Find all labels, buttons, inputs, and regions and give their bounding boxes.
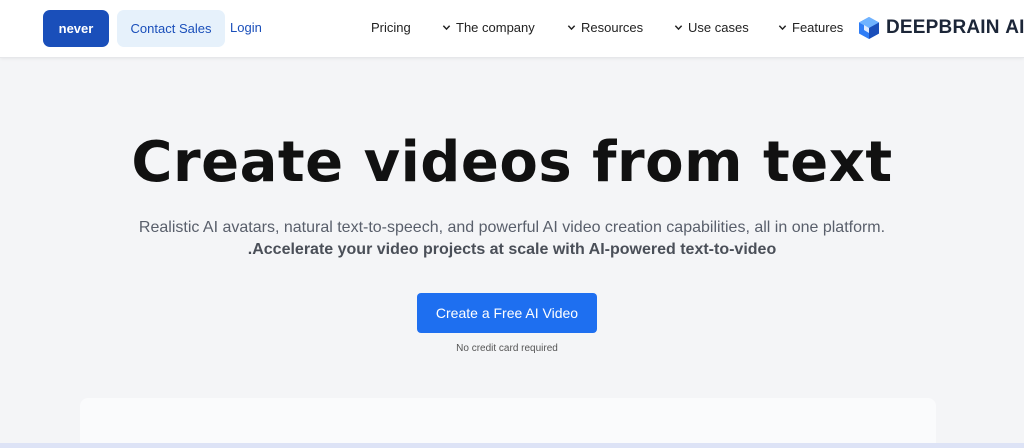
nav-item-resources[interactable]: Resources bbox=[567, 20, 643, 35]
contact-sales-button[interactable]: Contact Sales bbox=[117, 10, 225, 47]
chevron-down-icon bbox=[442, 25, 451, 31]
create-free-video-button[interactable]: Create a Free AI Video bbox=[417, 293, 597, 333]
hero-title: Create videos from text bbox=[131, 130, 893, 195]
nav-item-label: Features bbox=[792, 20, 844, 35]
logo-suffix: AI bbox=[1005, 17, 1024, 38]
chevron-down-icon bbox=[778, 25, 787, 31]
nav-item-label: Use cases bbox=[688, 20, 749, 35]
hero-subtitle: Realistic AI avatars, natural text-to-sp… bbox=[138, 219, 886, 236]
chevron-down-icon bbox=[567, 25, 576, 31]
logo-name: DEEPBRAIN bbox=[886, 17, 1000, 38]
chevron-down-icon bbox=[674, 25, 683, 31]
deepbrain-logo[interactable]: DEEPBRAIN AI bbox=[858, 16, 1024, 40]
bottom-strip bbox=[0, 443, 1024, 448]
nav-item-label: The company bbox=[456, 20, 535, 35]
nav-item-features[interactable]: Features bbox=[778, 20, 843, 35]
login-link[interactable]: Login bbox=[230, 20, 262, 35]
top-navigation: never Contact Sales Login Pricing The co… bbox=[0, 0, 1024, 58]
no-credit-card-note: No credit card required bbox=[456, 343, 558, 354]
nav-item-label: Pricing bbox=[371, 20, 411, 35]
logo-text: DEEPBRAIN AI bbox=[886, 17, 1024, 39]
nav-item-label: Resources bbox=[581, 20, 644, 35]
demo-panel bbox=[80, 398, 936, 448]
never-button[interactable]: never bbox=[43, 10, 109, 47]
nav-item-use-cases[interactable]: Use cases bbox=[674, 20, 749, 35]
nav-item-the-company[interactable]: The company bbox=[442, 20, 535, 35]
nav-item-pricing[interactable]: Pricing bbox=[371, 20, 411, 35]
deepbrain-logo-icon bbox=[859, 17, 879, 39]
hero-subtitle-bold: .Accelerate your video projects at scale… bbox=[247, 241, 777, 258]
